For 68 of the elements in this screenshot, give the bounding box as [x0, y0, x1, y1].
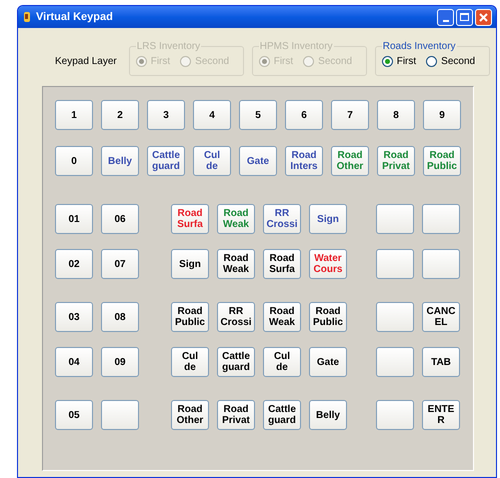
keypad-key[interactable]: 3: [147, 100, 185, 130]
keypad-key[interactable]: Cul de: [263, 347, 301, 377]
keypad-key[interactable]: Road Weak: [217, 204, 255, 234]
keypad-key[interactable]: Road Other: [171, 400, 209, 430]
keypad-key[interactable]: Road Privat: [217, 400, 255, 430]
keypad-key[interactable]: 03: [55, 302, 93, 332]
keypad-key[interactable]: 04: [55, 347, 93, 377]
minimize-button[interactable]: [437, 8, 454, 26]
keypad-key[interactable]: Road Privat: [377, 146, 415, 176]
keypad-key[interactable]: Cattle guard: [263, 400, 301, 430]
keypad-key[interactable]: Water Cours: [309, 249, 347, 279]
app-icon: [22, 11, 32, 23]
keypad-key[interactable]: 06: [101, 204, 139, 234]
keypad-key[interactable]: Sign: [309, 204, 347, 234]
keypad-key[interactable]: 5: [239, 100, 277, 130]
keypad-key[interactable]: [376, 204, 414, 234]
keypad-key[interactable]: [376, 347, 414, 377]
keypad-key[interactable]: Gate: [309, 347, 347, 377]
keypad-key[interactable]: [376, 249, 414, 279]
keypad-key[interactable]: 1: [55, 100, 93, 130]
keypad-key[interactable]: 6: [285, 100, 323, 130]
keypad-key[interactable]: Cattle guard: [217, 347, 255, 377]
keypad-key[interactable]: 05: [55, 400, 93, 430]
radio-option[interactable]: First: [382, 54, 416, 69]
group-title: Roads Inventory: [382, 40, 457, 54]
keypad-key[interactable]: [422, 204, 460, 234]
close-button[interactable]: [475, 8, 492, 26]
keypad-key[interactable]: 07: [101, 249, 139, 279]
keypad-key[interactable]: Road Weak: [217, 249, 255, 279]
keypad-key[interactable]: Sign: [171, 249, 209, 279]
keypad-key[interactable]: Belly: [309, 400, 347, 430]
keypad-layer-label: Keypad Layer: [55, 55, 117, 69]
radio-option[interactable]: Second: [426, 54, 476, 69]
keypad-key[interactable]: RR Crossi: [263, 204, 301, 234]
keypad-key[interactable]: Road Other: [331, 146, 369, 176]
keypad-key[interactable]: ENTE R: [422, 400, 460, 430]
keypad-key[interactable]: Road Public: [171, 302, 209, 332]
keypad-key[interactable]: 09: [101, 347, 139, 377]
keypad-key[interactable]: Road Surfa: [171, 204, 209, 234]
keypad-key[interactable]: [101, 400, 139, 430]
keypad-key[interactable]: 8: [377, 100, 415, 130]
keypad-key[interactable]: 01: [55, 204, 93, 234]
keypad-key[interactable]: 2: [101, 100, 139, 130]
keypad-key[interactable]: Road Inters: [285, 146, 323, 176]
keypad-key[interactable]: 02: [55, 249, 93, 279]
keypad-key[interactable]: Road Public: [423, 146, 461, 176]
keypad-key[interactable]: Gate: [239, 146, 277, 176]
close-icon: [479, 12, 488, 22]
keypad-key[interactable]: RR Crossi: [217, 302, 255, 332]
window-title: Virtual Keypad: [36, 10, 113, 25]
keypad-key[interactable]: Road Public: [309, 302, 347, 332]
maximize-button[interactable]: [456, 8, 473, 26]
keypad-key[interactable]: 0: [55, 146, 93, 176]
keypad-key[interactable]: 08: [101, 302, 139, 332]
keypad-key[interactable]: Road Weak: [263, 302, 301, 332]
keypad-key[interactable]: [422, 249, 460, 279]
keypad-key[interactable]: 9: [423, 100, 461, 130]
keypad-key[interactable]: 7: [331, 100, 369, 130]
keypad-key[interactable]: [376, 302, 414, 332]
keypad-key[interactable]: Road Surfa: [263, 249, 301, 279]
keypad-key[interactable]: Cattle guard: [147, 146, 185, 176]
keypad-key[interactable]: TAB: [422, 347, 460, 377]
keypad-key[interactable]: CANC EL: [422, 302, 460, 332]
keypad-key[interactable]: Cul de: [171, 347, 209, 377]
keypad-key[interactable]: Cul de: [193, 146, 231, 176]
keypad-key[interactable]: [376, 400, 414, 430]
keypad-key[interactable]: 4: [193, 100, 231, 130]
keypad-key[interactable]: Belly: [101, 146, 139, 176]
